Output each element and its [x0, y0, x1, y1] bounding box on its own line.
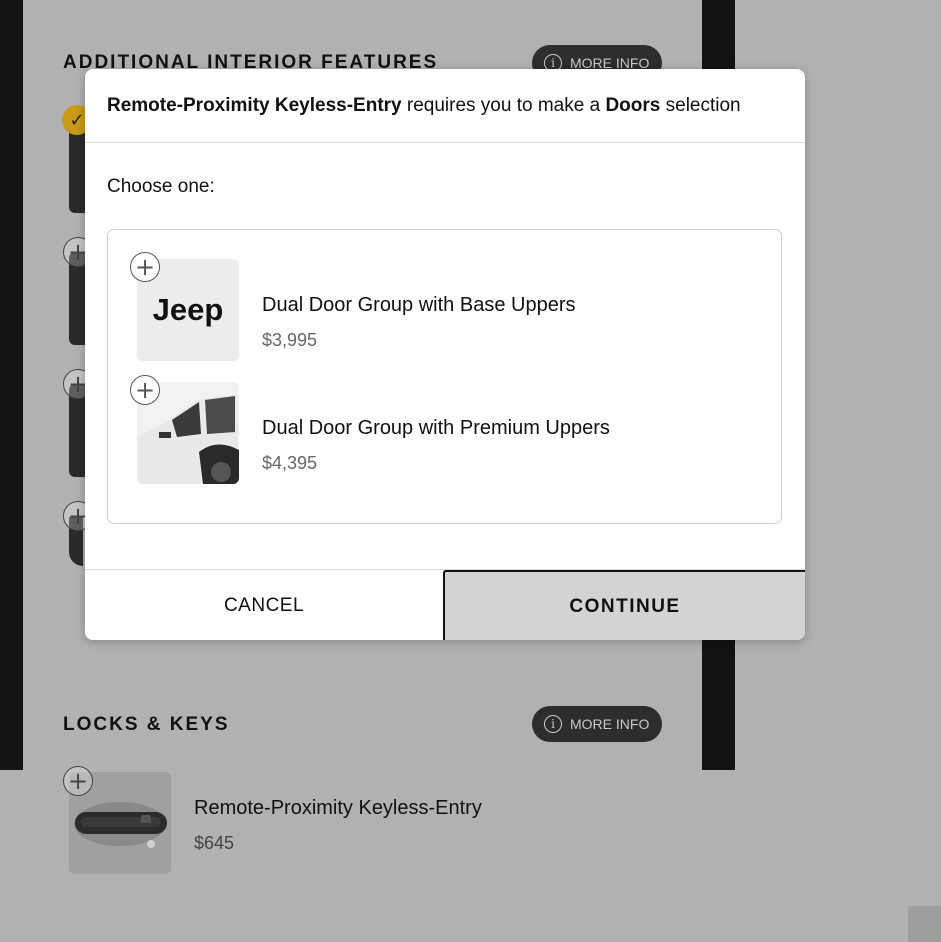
option-price: $4,395 [262, 453, 318, 473]
more-info-button-locks-keys[interactable]: i MORE INFO [532, 706, 662, 742]
add-icon[interactable]: + [130, 375, 160, 405]
jeep-logo-text: Jeep [153, 292, 224, 327]
cancel-button[interactable]: CANCEL [85, 570, 443, 640]
background-image-strip-left [0, 0, 23, 770]
section-heading-locks-keys: LOCKS & KEYS [63, 714, 230, 735]
options-list: Jeep + Dual Door Group with Base Uppers … [107, 229, 782, 524]
option-title: Dual Door Group with Premium Uppers [262, 417, 610, 439]
dialog-message-suffix: selection [660, 95, 741, 116]
info-icon: i [544, 715, 562, 733]
option-base-uppers[interactable]: Jeep + Dual Door Group with Base Uppers … [108, 252, 781, 362]
choose-one-label: Choose one: [107, 176, 215, 197]
dialog-footer: CANCEL CONTINUE [85, 569, 805, 640]
required-selection-dialog: Remote-Proximity Keyless-Entry requires … [85, 69, 805, 640]
option-title: Dual Door Group with Base Uppers [262, 294, 576, 316]
dialog-category-name: Doors [605, 95, 661, 116]
option-price: $3,995 [262, 330, 318, 350]
dialog-feature-name: Remote-Proximity Keyless-Entry [107, 95, 402, 116]
keyless-entry-price: $645 [194, 833, 235, 853]
keyless-entry-title: Remote-Proximity Keyless-Entry [194, 797, 482, 819]
option-premium-uppers[interactable]: + Dual Door Group with Premium Uppers $4… [108, 375, 781, 485]
dialog-header: Remote-Proximity Keyless-Entry requires … [85, 69, 805, 143]
add-icon[interactable]: + [130, 252, 160, 282]
dialog-message-text: requires you to make a [401, 95, 606, 116]
add-icon[interactable]: + [63, 766, 93, 796]
corner-button[interactable] [908, 906, 941, 942]
more-info-label: MORE INFO [570, 716, 650, 732]
continue-button[interactable]: CONTINUE [443, 570, 805, 640]
